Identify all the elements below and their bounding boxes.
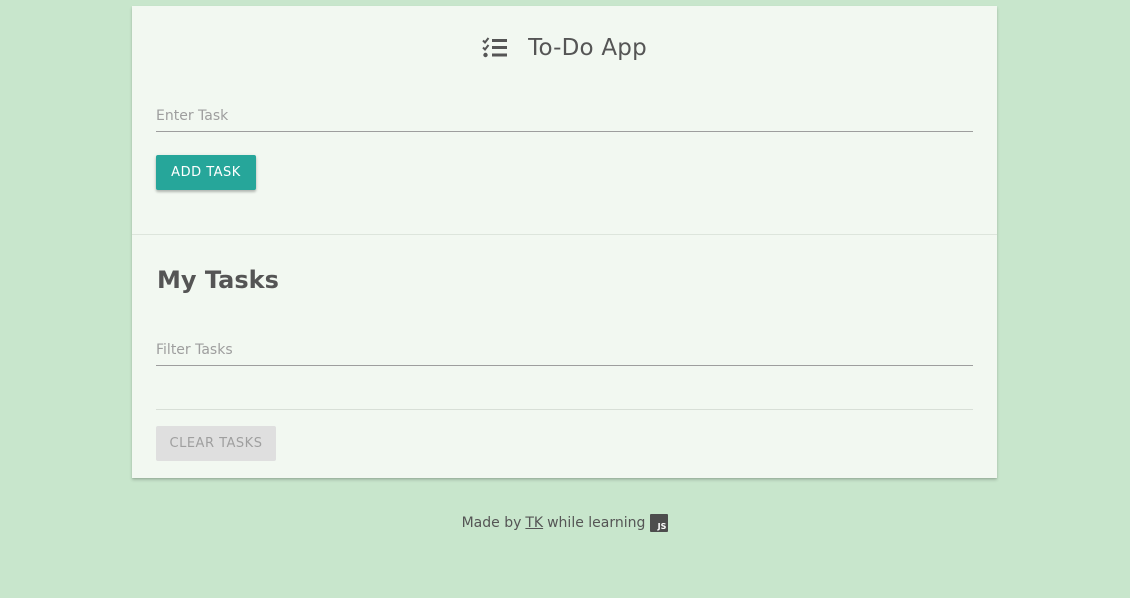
footer: Made by TK while learning JS	[0, 514, 1130, 532]
clear-tasks-button[interactable]: CLEAR TASKS	[156, 426, 276, 461]
footer-prefix: Made by	[461, 515, 522, 531]
my-tasks-heading: My Tasks	[157, 266, 279, 294]
task-entry-section: To-Do App ADD TASK	[132, 6, 997, 235]
app-header: To-Do App	[132, 32, 997, 64]
app-title: To-Do App	[528, 35, 647, 61]
author-link[interactable]: TK	[525, 515, 543, 531]
todo-card: To-Do App ADD TASK My Tasks CLEAR TASKS	[132, 6, 997, 478]
javascript-logo-icon: JS	[650, 514, 669, 532]
footer-suffix: while learning	[547, 515, 646, 531]
tasks-checklist-icon	[482, 37, 508, 59]
task-input[interactable]	[156, 100, 973, 132]
filter-tasks-input[interactable]	[156, 334, 973, 366]
add-task-button[interactable]: ADD TASK	[156, 155, 256, 190]
task-list	[156, 409, 973, 410]
